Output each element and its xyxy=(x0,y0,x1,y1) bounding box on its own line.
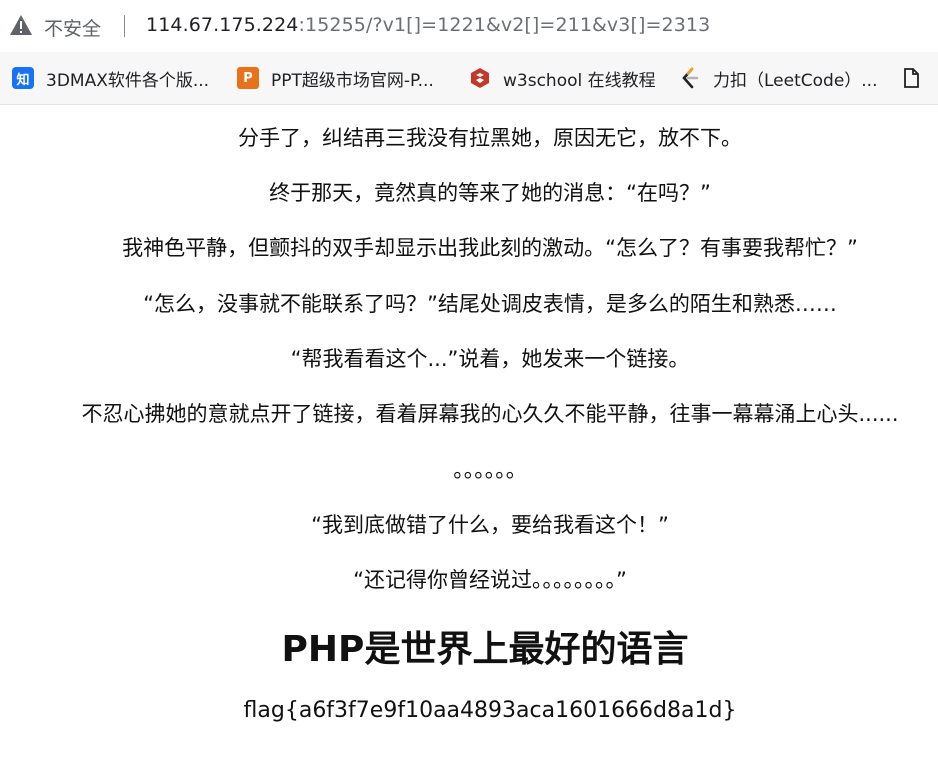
zhihu-icon: 知 xyxy=(12,67,34,89)
bookmark-3dmax[interactable]: 知 3DMAX软件各个版... xyxy=(12,66,210,91)
w3school-icon xyxy=(469,67,491,89)
security-status-label[interactable]: 不安全 xyxy=(44,14,101,41)
bookmark-ppt-market[interactable]: P PPT超级市场官网-P... xyxy=(237,66,434,91)
bookmark-document[interactable] xyxy=(900,66,934,90)
story-line-8: “还记得你曾经说过。。。。。。。。” xyxy=(353,568,627,592)
ppt-market-icon: P xyxy=(237,67,259,89)
url-field[interactable]: 114.67.175.224:15255/?v1[]=1221&v2[]=211… xyxy=(146,14,710,36)
bookmark-label: 3DMAX软件各个版... xyxy=(46,70,210,91)
url-host: 114.67.175.224 xyxy=(146,14,299,36)
bookmark-label: 力扣（LeetCode）... xyxy=(713,70,878,91)
flag-text: flag{a6f3f7e9f10aa4893aca1601666d8a1d} xyxy=(243,698,737,723)
address-separator xyxy=(124,15,125,37)
leetcode-icon xyxy=(679,67,701,89)
bookmark-w3school[interactable]: w3school 在线教程 xyxy=(469,66,656,91)
page-content: 分手了，纠结再三我没有拉黑她，原因无它，放不下。 终于那天，竟然真的等来了她的消… xyxy=(0,104,938,781)
url-path-query: :15255/?v1[]=1221&v2[]=211&v3[]=2313 xyxy=(298,14,711,36)
story-line-3: 我神色平静，但颤抖的双手却显示出我此刻的激动。“怎么了？有事要我帮忙？” xyxy=(122,236,858,260)
page-heading: PHP是世界上最好的语言 xyxy=(281,629,689,670)
story-line-5: “帮我看看这个...”说着，她发来一个链接。 xyxy=(290,347,690,371)
story-line-1: 分手了，纠结再三我没有拉黑她，原因无它，放不下。 xyxy=(238,126,742,150)
bookmark-label: w3school 在线教程 xyxy=(503,70,656,91)
story-line-6: 不忍心拂她的意就点开了链接，看着屏幕我的心久久不能平静，往事一幕幕涌上心头...… xyxy=(81,402,899,426)
story-line-4: “怎么，没事就不能联系了吗？”结尾处调皮表情，是多么的陌生和熟悉…… xyxy=(143,292,837,316)
bookmarks-bar: 知 3DMAX软件各个版... P PPT超级市场官网-P... w3schoo… xyxy=(0,52,938,105)
bookmark-label: PPT超级市场官网-P... xyxy=(271,70,434,91)
warning-triangle-icon[interactable] xyxy=(9,14,33,36)
bookmark-leetcode[interactable]: 力扣（LeetCode）... xyxy=(679,66,878,91)
story-line-2: 终于那天，竟然真的等来了她的消息：“在吗？” xyxy=(269,181,711,205)
story-ellipsis: 。。。。。。 xyxy=(453,458,527,482)
address-bar[interactable]: 不安全 114.67.175.224:15255/?v1[]=1221&v2[]… xyxy=(0,0,938,50)
document-icon xyxy=(900,67,922,89)
story-line-7: “我到底做错了什么，要给我看这个！” xyxy=(311,513,669,537)
